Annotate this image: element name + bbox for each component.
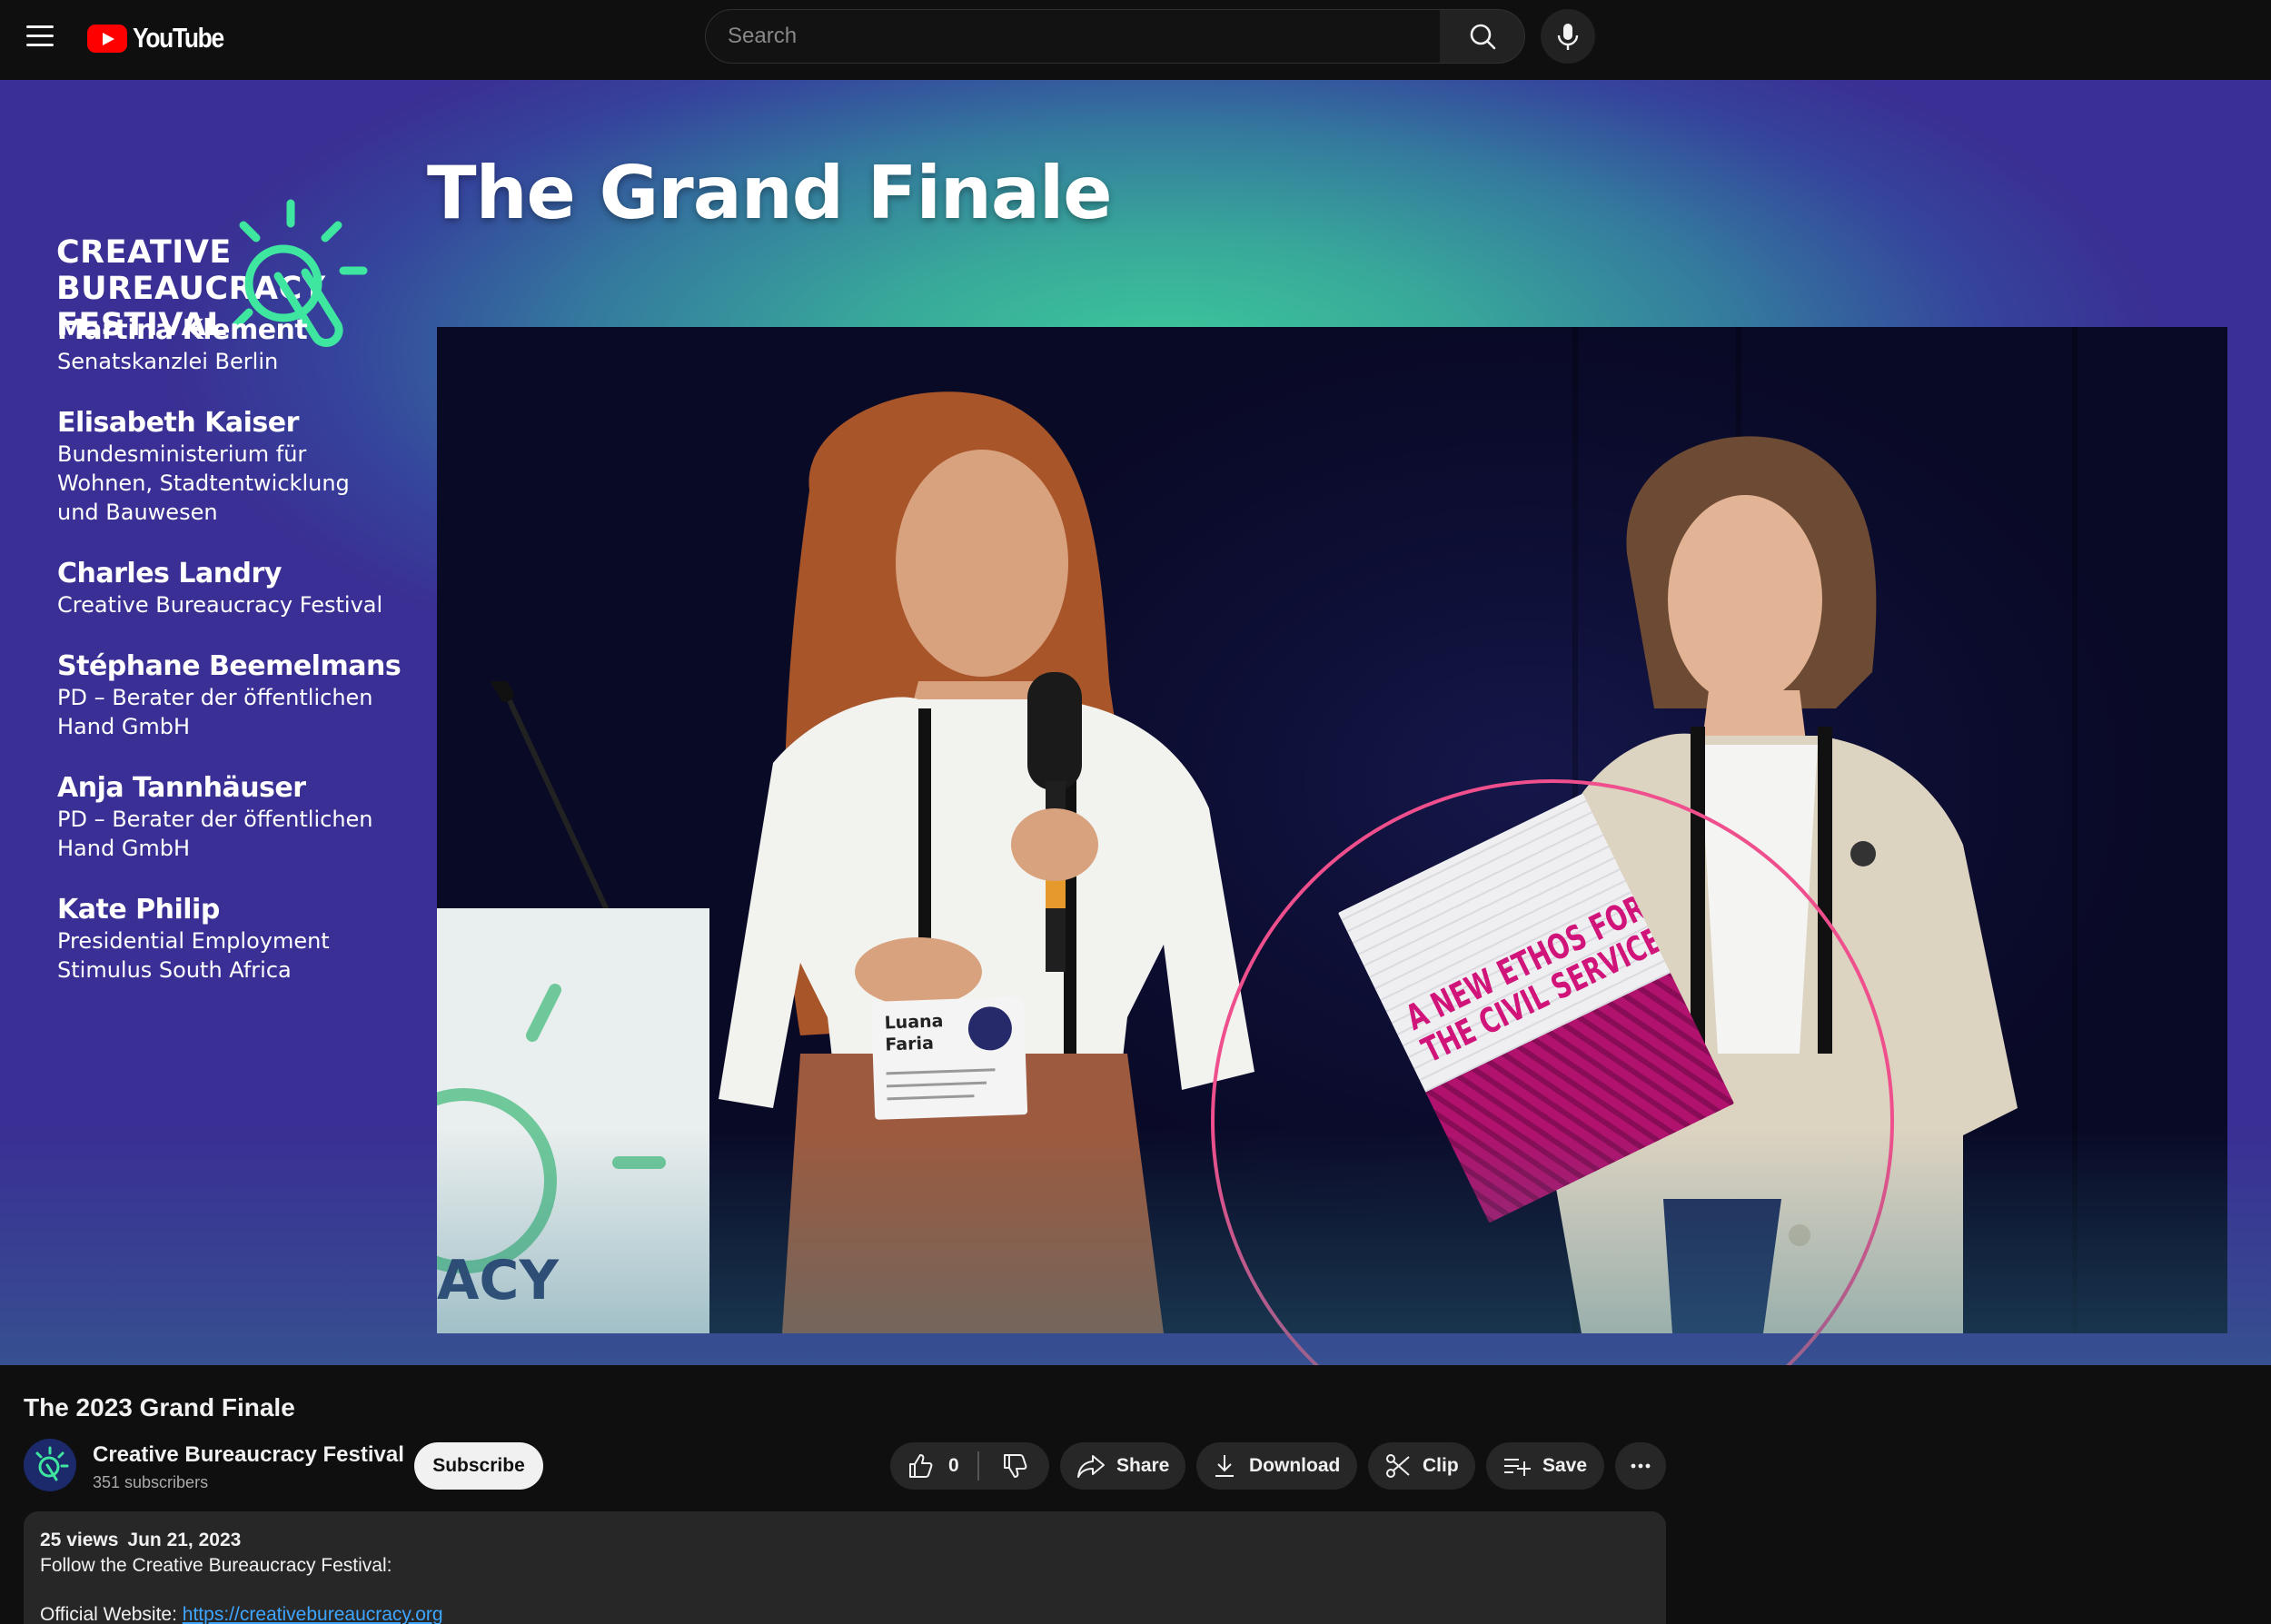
voice-search-button[interactable] <box>1541 9 1595 64</box>
speaker-org: Stimulus South Africa <box>57 957 292 983</box>
speaker-item: Charles Landry Creative Bureaucracy Fest… <box>57 558 421 619</box>
website-label: Official Website: <box>40 1604 183 1624</box>
upload-date: Jun 21, 2023 <box>127 1530 242 1550</box>
clip-label: Clip <box>1423 1455 1459 1476</box>
video-headline: The Grand Finale <box>427 151 1112 235</box>
like-dislike-group: 0 <box>890 1442 1049 1490</box>
menu-icon[interactable] <box>24 20 56 53</box>
speaker-org: Hand GmbH <box>57 836 191 861</box>
microphone-icon <box>1557 24 1579 50</box>
dislike-button[interactable] <box>979 1442 1049 1490</box>
channel-logo-icon <box>35 1446 69 1481</box>
like-button[interactable]: 0 <box>890 1442 977 1490</box>
description-line: Follow the Creative Bureaucracy Festival… <box>40 1555 392 1576</box>
badge-logo-icon <box>967 1005 1013 1052</box>
youtube-logo-text: YouTube <box>133 22 224 54</box>
name-badge: Luana Faria <box>870 996 1028 1120</box>
more-actions-button[interactable] <box>1615 1442 1666 1490</box>
subscriber-count: 351 subscribers <box>93 1473 209 1491</box>
search-input[interactable] <box>706 10 1440 63</box>
speaker-item: Martina Klement Senatskanzlei Berlin <box>57 314 421 376</box>
download-icon <box>1215 1455 1234 1477</box>
speaker-name: Kate Philip <box>57 894 220 926</box>
description-stats: 25 views Jun 21, 2023 <box>40 1530 1650 1551</box>
speaker-list: Martina Klement Senatskanzlei Berlin Eli… <box>57 314 421 1015</box>
speaker-org: Hand GmbH <box>57 714 191 739</box>
subscribe-button[interactable]: Subscribe <box>414 1442 543 1490</box>
share-button[interactable]: Share <box>1060 1442 1185 1490</box>
speaker-org: PD – Berater der öffentlichen <box>57 685 373 710</box>
speaker-org: Wohnen, Stadtentwicklung <box>57 470 350 496</box>
badge-text-line <box>886 1081 987 1088</box>
share-icon <box>1077 1455 1105 1478</box>
search-button[interactable] <box>1440 9 1525 64</box>
download-label: Download <box>1249 1455 1341 1476</box>
speaker-org: Bundesministerium für <box>57 441 307 467</box>
description-box[interactable]: 25 views Jun 21, 2023 Follow the Creative… <box>24 1511 1666 1624</box>
clip-button[interactable]: Clip <box>1368 1442 1475 1490</box>
speaker-org: Senatskanzlei Berlin <box>57 349 279 374</box>
more-horizontal-icon <box>1631 1463 1651 1469</box>
speaker-name: Elisabeth Kaiser <box>57 407 299 439</box>
badge-text-line <box>886 1068 996 1075</box>
playlist-add-icon <box>1504 1459 1531 1476</box>
video-player[interactable]: CREATIVE BUREAUCRACY FESTIVAL The Grand … <box>0 80 2271 1365</box>
top-bar: YouTube <box>0 0 2271 74</box>
speaker-item: Stéphane Beemelmans PD – Berater der öff… <box>57 650 421 741</box>
stage-footage: ACY Luana Faria A NEW ETHOS FOR THE CIVI… <box>437 327 2227 1333</box>
share-label: Share <box>1116 1455 1170 1476</box>
speaker-name: Stéphane Beemelmans <box>57 650 402 682</box>
save-label: Save <box>1542 1455 1588 1476</box>
view-count: 25 views <box>40 1530 119 1550</box>
speaker-left-figure <box>719 391 1255 1333</box>
badge-text-line <box>887 1094 975 1101</box>
speaker-item: Elisabeth Kaiser Bundesministerium für W… <box>57 407 421 527</box>
speaker-org: Presidential Employment <box>57 928 330 954</box>
speaker-name: Charles Landry <box>57 558 282 589</box>
thumbs-up-icon <box>909 1454 933 1478</box>
like-count: 0 <box>948 1455 959 1476</box>
download-button[interactable]: Download <box>1196 1442 1357 1490</box>
youtube-play-icon <box>87 24 127 53</box>
save-button[interactable]: Save <box>1486 1442 1604 1490</box>
scissors-icon <box>1386 1454 1410 1478</box>
speaker-name: Anja Tannhäuser <box>57 772 306 804</box>
channel-avatar[interactable] <box>24 1439 76 1491</box>
speaker-item: Anja Tannhäuser PD – Berater der öffentl… <box>57 772 421 863</box>
channel-name[interactable]: Creative Bureaucracy Festival <box>93 1442 404 1468</box>
badge-name-line: Luana <box>884 1011 944 1034</box>
speaker-name: Martina Klement <box>57 314 308 346</box>
svg-text:ACY: ACY <box>437 1249 560 1312</box>
speaker-org: Creative Bureaucracy Festival <box>57 592 383 618</box>
speaker-item: Kate Philip Presidential Employment Stim… <box>57 894 421 985</box>
thumbs-down-icon <box>1003 1454 1026 1478</box>
search-icon <box>1470 24 1496 50</box>
badge-name-line: Faria <box>885 1033 935 1055</box>
youtube-logo[interactable]: YouTube <box>87 22 240 54</box>
speaker-org: und Bauwesen <box>57 500 218 525</box>
description-website-row: Official Website: https://creativebureau… <box>40 1604 1650 1624</box>
search-box <box>705 9 1441 64</box>
speaker-org: PD – Berater der öffentlichen <box>57 807 373 832</box>
website-link[interactable]: https://creativebureaucracy.org <box>183 1604 443 1624</box>
video-title: The 2023 Grand Finale <box>24 1393 295 1421</box>
